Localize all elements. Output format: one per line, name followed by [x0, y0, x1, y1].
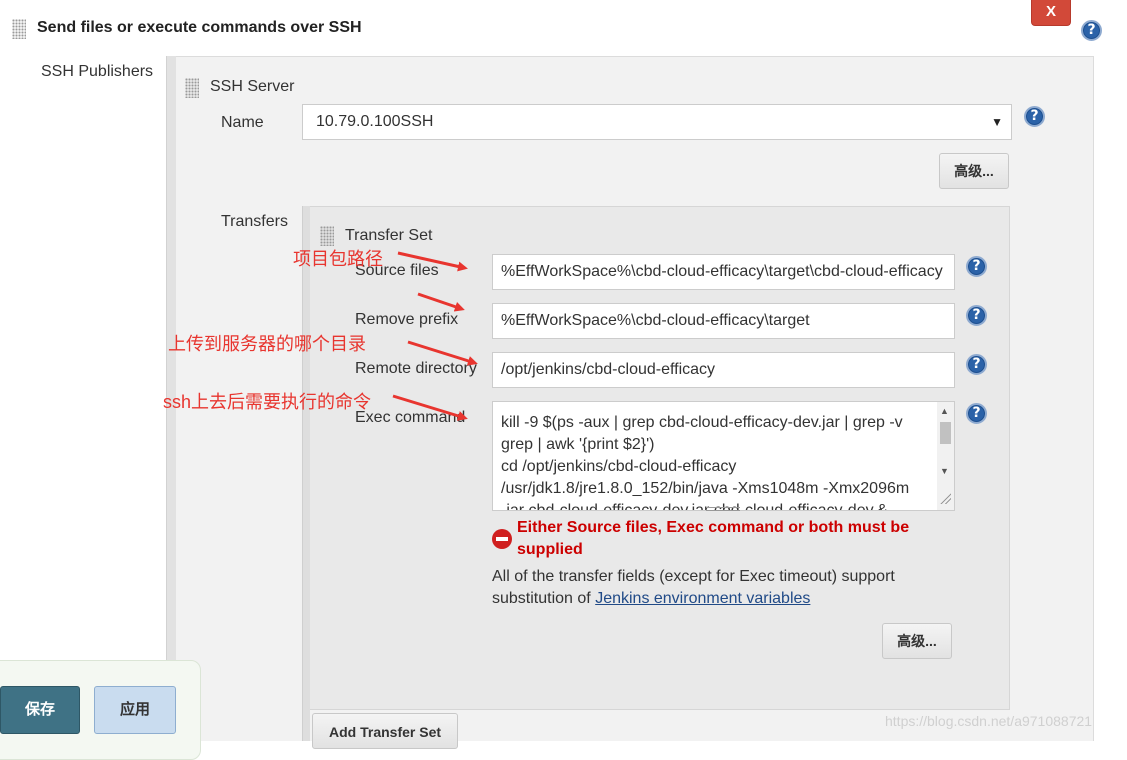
arrow-icon [407, 340, 478, 366]
annotation-arrows [392, 251, 478, 421]
arrow-icon [397, 251, 468, 272]
arrow-icon [417, 292, 465, 312]
arrow-icon [392, 394, 468, 421]
